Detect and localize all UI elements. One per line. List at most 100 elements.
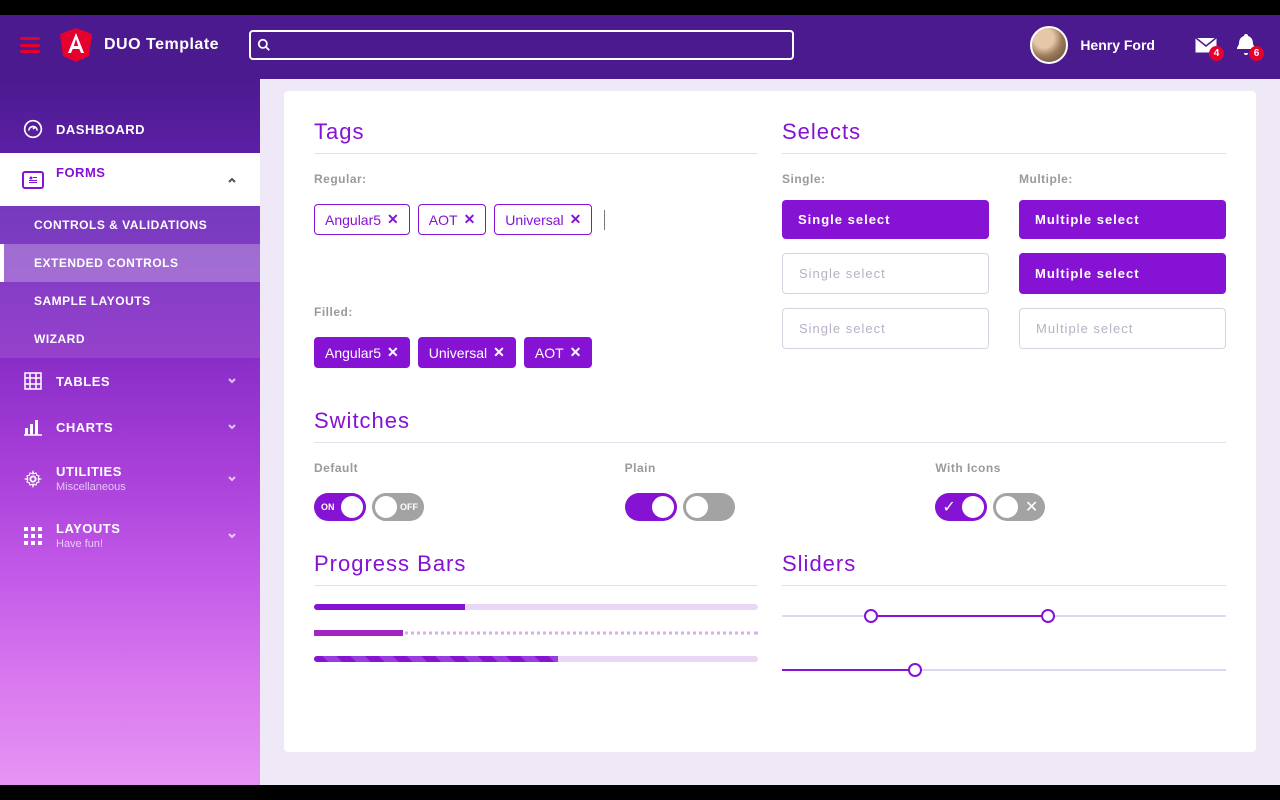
sidebar-item-tables[interactable]: TABLES <box>0 358 260 404</box>
menu-toggle-icon[interactable] <box>20 37 40 53</box>
switch-default-label: Default <box>314 461 605 475</box>
check-icon: ✓ <box>942 497 955 517</box>
sidebar-item-subtitle: Several examples of forms <box>56 182 186 194</box>
tag-remove-icon[interactable]: ✕ <box>387 344 399 361</box>
search-field[interactable] <box>249 30 794 60</box>
sliders-title: Sliders <box>782 551 1226 577</box>
sidebar-item-label: FORMS <box>56 165 186 180</box>
progress-title: Progress Bars <box>314 551 758 577</box>
tag-item[interactable]: Universal✕ <box>494 204 592 235</box>
tag-remove-icon[interactable]: ✕ <box>387 211 399 228</box>
switch-icons-label: With Icons <box>935 461 1226 475</box>
mail-button[interactable]: 4 <box>1192 31 1220 59</box>
switch-default-off[interactable]: OFF <box>372 493 424 521</box>
switch-icons-off[interactable]: ✕ <box>993 493 1045 521</box>
multiple-select-outline[interactable]: Multiple select <box>1019 308 1226 349</box>
gear-icon <box>22 470 44 488</box>
chevron-down-icon <box>226 375 238 387</box>
sidebar-item-forms[interactable]: FORMS Several examples of forms <box>0 153 260 206</box>
forms-submenu: CONTROLS & VALIDATIONS EXTENDED CONTROLS… <box>0 206 260 358</box>
tag-input-cursor <box>604 210 605 230</box>
tags-title: Tags <box>314 119 758 145</box>
sidebar-sub-wizard[interactable]: WIZARD <box>0 320 260 358</box>
multiple-select-solid[interactable]: Multiple select <box>1019 200 1226 239</box>
search-icon <box>257 38 271 52</box>
sidebar-item-layouts[interactable]: LAYOUTS Have fun! <box>0 507 260 564</box>
bell-badge: 6 <box>1249 46 1264 61</box>
tag-remove-icon[interactable]: ✕ <box>570 344 582 361</box>
topbar: DUO Template Henry Ford 4 6 <box>0 15 1280 75</box>
sidebar-item-utilities[interactable]: UTILITIES Miscellaneous <box>0 450 260 507</box>
single-select-solid[interactable]: Single select <box>782 200 989 239</box>
sidebar-item-dashboard[interactable]: DASHBOARD <box>0 105 260 153</box>
avatar[interactable] <box>1030 26 1068 64</box>
sliders-section: Sliders <box>782 551 1226 712</box>
range-slider[interactable] <box>782 604 1226 628</box>
switch-icons-on[interactable]: ✓ <box>935 493 987 521</box>
switch-default-on[interactable]: ON <box>314 493 366 521</box>
tag-item[interactable]: Angular5✕ <box>314 204 410 235</box>
mail-badge: 4 <box>1209 46 1224 61</box>
sidebar-item-label: LAYOUTS <box>56 521 120 536</box>
brand-title: DUO Template <box>104 36 219 54</box>
grid-icon <box>22 527 44 545</box>
notifications-button[interactable]: 6 <box>1232 31 1260 59</box>
tag-item[interactable]: Universal✕ <box>418 337 516 368</box>
angular-logo-icon <box>60 28 92 62</box>
single-label: Single: <box>782 172 989 186</box>
main-content: Tags Regular: Angular5✕ AOT✕ Universal✕ … <box>260 75 1280 785</box>
slider-handle-high[interactable] <box>1041 609 1055 623</box>
slider-handle[interactable] <box>908 663 922 677</box>
tags-filled-row[interactable]: Angular5✕ Universal✕ AOT✕ <box>314 337 758 368</box>
tag-item[interactable]: AOT✕ <box>418 204 487 235</box>
tags-regular-row[interactable]: Angular5✕ AOT✕ Universal✕ <box>314 204 758 235</box>
selects-title: Selects <box>782 119 1226 145</box>
tags-filled-label: Filled: <box>314 305 758 319</box>
sidebar-item-label: CHARTS <box>56 420 113 435</box>
sidebar-item-subtitle: Have fun! <box>56 538 120 550</box>
tag-remove-icon[interactable]: ✕ <box>570 211 582 228</box>
progress-bar-2 <box>314 630 758 636</box>
tags-regular-label: Regular: <box>314 172 758 186</box>
sidebar-item-label: DASHBOARD <box>56 122 145 137</box>
close-icon: ✕ <box>1025 497 1038 517</box>
sidebar-sub-sample[interactable]: SAMPLE LAYOUTS <box>0 282 260 320</box>
single-select-outline[interactable]: Single select <box>782 253 989 294</box>
dashboard-icon <box>22 119 44 139</box>
chevron-down-icon <box>226 530 238 542</box>
sidebar-item-label: TABLES <box>56 374 110 389</box>
tags-section: Tags Regular: Angular5✕ AOT✕ Universal✕ … <box>314 119 758 398</box>
multiple-select-solid-2[interactable]: Multiple select <box>1019 253 1226 294</box>
chevron-down-icon <box>226 473 238 485</box>
tables-icon <box>22 372 44 390</box>
switches-title: Switches <box>314 408 1226 434</box>
sidebar-sub-controls[interactable]: CONTROLS & VALIDATIONS <box>0 206 260 244</box>
forms-icon <box>22 171 44 189</box>
sidebar-item-charts[interactable]: CHARTS <box>0 404 260 450</box>
single-slider[interactable] <box>782 658 1226 682</box>
switches-section: Switches Default ON OFF Plain <box>314 408 1226 521</box>
selects-section: Selects Single: Multiple: Single select … <box>782 119 1226 398</box>
chevron-up-icon <box>226 174 238 186</box>
sidebar-item-label: UTILITIES <box>56 464 126 479</box>
progress-bar-3 <box>314 656 758 662</box>
sidebar-sub-extended[interactable]: EXTENDED CONTROLS <box>0 244 260 282</box>
switch-plain-off[interactable] <box>683 493 735 521</box>
progress-bar-1 <box>314 604 758 610</box>
progress-section: Progress Bars <box>314 551 758 712</box>
user-name[interactable]: Henry Ford <box>1080 37 1155 53</box>
multiple-label: Multiple: <box>1019 172 1226 186</box>
switch-plain-on[interactable] <box>625 493 677 521</box>
sidebar: DASHBOARD FORMS Several examples of form… <box>0 75 260 785</box>
charts-icon <box>22 418 44 436</box>
chevron-down-icon <box>226 421 238 433</box>
tag-item[interactable]: AOT✕ <box>524 337 593 368</box>
single-select-outline-2[interactable]: Single select <box>782 308 989 349</box>
slider-handle-low[interactable] <box>864 609 878 623</box>
tag-remove-icon[interactable]: ✕ <box>464 211 476 228</box>
tag-item[interactable]: Angular5✕ <box>314 337 410 368</box>
tag-remove-icon[interactable]: ✕ <box>493 344 505 361</box>
search-input[interactable] <box>249 30 794 60</box>
switch-plain-label: Plain <box>625 461 916 475</box>
sidebar-item-subtitle: Miscellaneous <box>56 481 126 493</box>
